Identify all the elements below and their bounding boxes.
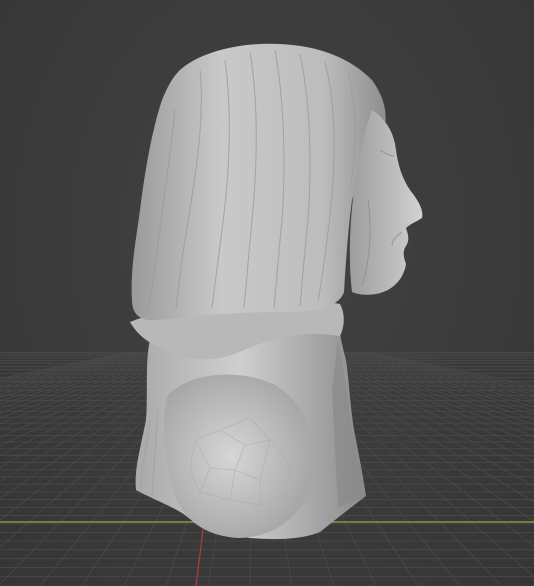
grid-line [0,351,143,385]
grid-line [341,351,534,404]
hair-mesh[interactable] [131,43,386,321]
grid-line [0,351,155,392]
grid-line [345,351,534,401]
3d-viewport[interactable] [0,0,534,586]
grid-line [357,351,534,393]
grid-line [365,351,534,389]
viewport-canvas[interactable] [0,0,534,586]
grid-line [349,351,534,398]
shoulder-mesh[interactable] [164,374,314,538]
bust-mesh[interactable] [130,43,423,540]
